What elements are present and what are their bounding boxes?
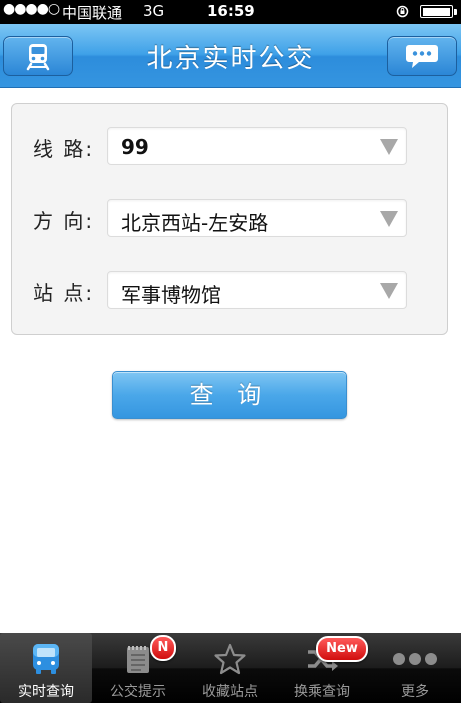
route-row: 线 路: 99 [12, 127, 449, 165]
station-row: 站 点: 军事博物馆 [12, 271, 449, 309]
signal-strength: ●●●●○ [3, 1, 60, 17]
tab-more[interactable]: 更多 [369, 633, 461, 703]
tab-label: 公交提示 [110, 684, 166, 700]
more-dots-icon [393, 653, 437, 665]
rotation-lock-icon [396, 5, 409, 18]
dropdown-arrow-icon [380, 211, 398, 227]
screen: ●●●●○ 中国联通 3G 16:59 北京实时公交 线 路: 99 方 向: … [0, 0, 461, 703]
tab-realtime-query[interactable]: 实时查询 [0, 633, 92, 703]
tab-label: 收藏站点 [202, 684, 258, 700]
dropdown-arrow-icon [380, 283, 398, 299]
battery-icon [420, 5, 453, 18]
chat-bubble-icon [406, 45, 438, 68]
tab-favorite-stations[interactable]: 收藏站点 [184, 633, 276, 703]
tab-label: 实时查询 [18, 684, 74, 700]
star-icon [214, 643, 246, 675]
app-header: 北京实时公交 [0, 24, 461, 88]
direction-row: 方 向: 北京西站-左安路 [12, 199, 449, 237]
status-bar: ●●●●○ 中国联通 3G 16:59 [0, 0, 461, 24]
station-label: 站 点: [33, 281, 95, 305]
route-value: 99 [121, 135, 149, 159]
tab-bar: 实时查询 N 公交提示 收藏站点 New 换乘查询 更多 [0, 633, 461, 703]
tab-label: 更多 [401, 684, 429, 700]
message-button[interactable] [387, 36, 457, 76]
tips-badge: N [150, 635, 176, 661]
bus-icon [33, 644, 59, 674]
query-button[interactable]: 查 询 [112, 371, 347, 419]
transfer-new-badge: New [316, 636, 368, 662]
carrier-name: 中国联通 [62, 4, 123, 22]
route-label: 线 路: [33, 137, 95, 161]
tab-transfer-query[interactable]: New 换乘查询 [276, 633, 368, 703]
network-type: 3G [143, 2, 165, 20]
station-value: 军事博物馆 [121, 283, 221, 307]
dropdown-arrow-icon [380, 139, 398, 155]
station-select[interactable]: 军事博物馆 [107, 271, 407, 309]
battery-tip [454, 9, 457, 15]
tab-bus-tips[interactable]: N 公交提示 [92, 633, 184, 703]
query-form: 线 路: 99 方 向: 北京西站-左安路 站 点: 军事博物馆 [11, 103, 448, 335]
direction-label: 方 向: [33, 209, 95, 233]
direction-select[interactable]: 北京西站-左安路 [107, 199, 407, 237]
tab-label: 换乘查询 [294, 684, 350, 700]
route-select[interactable]: 99 [107, 127, 407, 165]
status-time: 16:59 [207, 2, 255, 20]
direction-value: 北京西站-左安路 [121, 211, 269, 235]
